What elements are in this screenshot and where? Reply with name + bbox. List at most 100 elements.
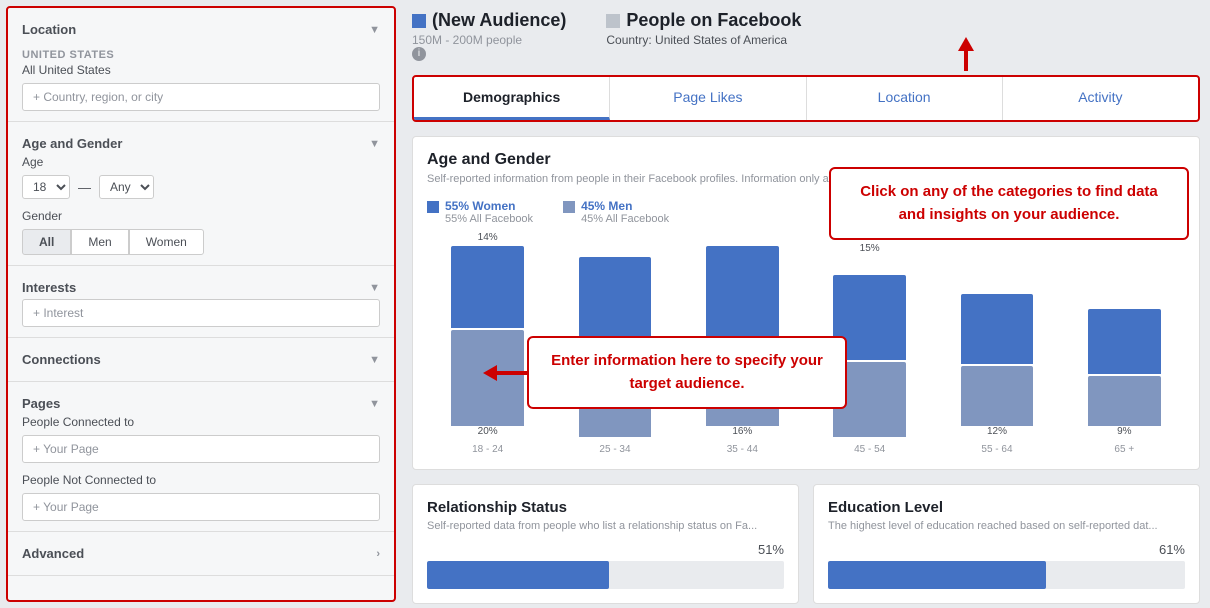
bar-label: 25 - 34 [599,444,630,455]
bar-men-pct: 20% [478,426,498,437]
bar-label: 45 - 54 [854,444,885,455]
education-title: Education Level [828,499,1185,516]
bar-women[interactable] [706,246,779,337]
location-country: UNITED STATES [22,49,380,61]
education-sub: The highest level of education reached b… [828,520,1185,532]
left-arrow-head [483,365,497,381]
education-card: Education Level The highest level of edu… [813,484,1200,604]
relationship-pct: 51% [427,542,784,557]
legend-men: 45% Men 45% All Facebook [563,199,669,225]
gender-label: Gender [22,209,380,223]
connections-chevron: ▼ [369,354,380,366]
bar-label: 35 - 44 [727,444,758,455]
facebook-audience-block: People on Facebook Country: United State… [606,10,801,61]
interests-input[interactable]: + Interest [22,299,380,327]
bar-men[interactable] [961,366,1034,426]
location-section: Location ▼ UNITED STATES All United Stat… [8,8,394,122]
up-arrow-body [964,51,968,71]
facebook-audience-icon [606,14,620,28]
bar-label: 65 + [1114,444,1134,455]
location-input[interactable]: + Country, region, or city [22,83,380,111]
location-header[interactable]: Location ▼ [22,18,380,41]
gender-men-button[interactable]: Men [71,229,128,255]
info-icon[interactable]: i [412,47,426,61]
age-dash: — [78,180,91,195]
men-color [563,201,575,213]
tab-activity[interactable]: Activity [1003,77,1198,120]
new-audience-label: (New Audience) [432,10,566,31]
new-audience-size: 150M - 200M people [412,33,566,47]
interests-section: Interests ▼ + Interest [8,266,394,338]
people-connected-input[interactable]: + Your Page [22,435,380,463]
connections-header[interactable]: Connections ▼ [22,348,380,371]
legend-women: 55% Women 55% All Facebook [427,199,533,225]
sidebar: Location ▼ UNITED STATES All United Stat… [6,6,396,602]
facebook-country: Country: United States of America [606,33,801,47]
bar-women-pct: 15% [860,243,880,254]
tab-arrow-wrapper [958,37,974,71]
relationship-bar-bg [427,561,784,589]
bar-group: 12% 55 - 64 [936,243,1057,455]
education-bar-bg [828,561,1185,589]
callout-bottom: Enter information here to specify your t… [527,336,847,409]
facebook-audience-title: People on Facebook [606,10,801,31]
bar-men[interactable] [1088,376,1161,426]
age-min-select[interactable]: 18 [22,175,70,199]
advanced-label: Advanced [22,546,84,561]
relationship-sub: Self-reported data from people who list … [427,520,784,532]
tab-location[interactable]: Location [807,77,1003,120]
men-sub: 45% All Facebook [581,213,669,225]
connections-section: Connections ▼ [8,338,394,382]
education-bar-fill [828,561,1046,589]
audience-header: (New Audience) 150M - 200M people i Peop… [412,6,1200,65]
tab-area: Demographics Page Likes Location Activit… [412,75,1200,122]
pages-label: Pages [22,396,60,411]
age-max-select[interactable]: Any [99,175,154,199]
tab-demographics[interactable]: Demographics [414,77,610,120]
bar-men-pct: 16% [732,426,752,437]
pages-section: Pages ▼ People Connected to + Your Page … [8,382,394,532]
age-label: Age [22,155,380,169]
bar-women[interactable] [1088,309,1161,374]
age-gender-header[interactable]: Age and Gender ▼ [22,132,380,155]
age-gender-chevron: ▼ [369,138,380,150]
interests-chevron: ▼ [369,282,380,294]
bar-women-pct: 14% [478,232,498,243]
bar-men-pct: 12% [987,426,1007,437]
people-connected-label: People Connected to [22,415,380,429]
left-arrow-body [497,371,527,375]
relationship-title: Relationship Status [427,499,784,516]
pages-chevron: ▼ [369,398,380,410]
bar-label: 18 - 24 [472,444,503,455]
bar-label: 55 - 64 [981,444,1012,455]
new-audience-title: (New Audience) [412,10,566,31]
tab-page-likes[interactable]: Page Likes [610,77,806,120]
new-audience-icon [412,14,426,28]
tab-bar: Demographics Page Likes Location Activit… [412,75,1200,122]
age-row: 18 — Any [22,175,380,199]
connections-label: Connections [22,352,101,367]
bar-women[interactable] [579,257,652,340]
people-not-connected-input[interactable]: + Your Page [22,493,380,521]
bar-women[interactable] [451,246,524,328]
pages-header[interactable]: Pages ▼ [22,392,380,415]
gender-all-button[interactable]: All [22,229,71,255]
callout-top: Click on any of the categories to find d… [829,167,1189,240]
people-not-connected-label: People Not Connected to [22,473,380,487]
new-audience-block: (New Audience) 150M - 200M people i [412,10,566,61]
education-pct: 61% [828,542,1185,557]
women-pct: 55% Women [445,199,515,213]
relationship-bar-fill [427,561,609,589]
advanced-header[interactable]: Advanced › [22,542,380,565]
main-content: (New Audience) 150M - 200M people i Peop… [402,0,1210,608]
bar-men-pct: 9% [1117,426,1131,437]
callout-bottom-wrapper: Enter information here to specify your t… [483,336,847,409]
location-sublabel: All United States [22,63,380,77]
gender-buttons: All Men Women [22,229,380,255]
interests-header[interactable]: Interests ▼ [22,276,380,299]
relationship-card: Relationship Status Self-reported data f… [412,484,799,604]
bar-women[interactable] [961,294,1034,364]
bar-group: 13%9%65 + [1064,232,1185,455]
location-chevron: ▼ [369,24,380,36]
gender-women-button[interactable]: Women [129,229,204,255]
